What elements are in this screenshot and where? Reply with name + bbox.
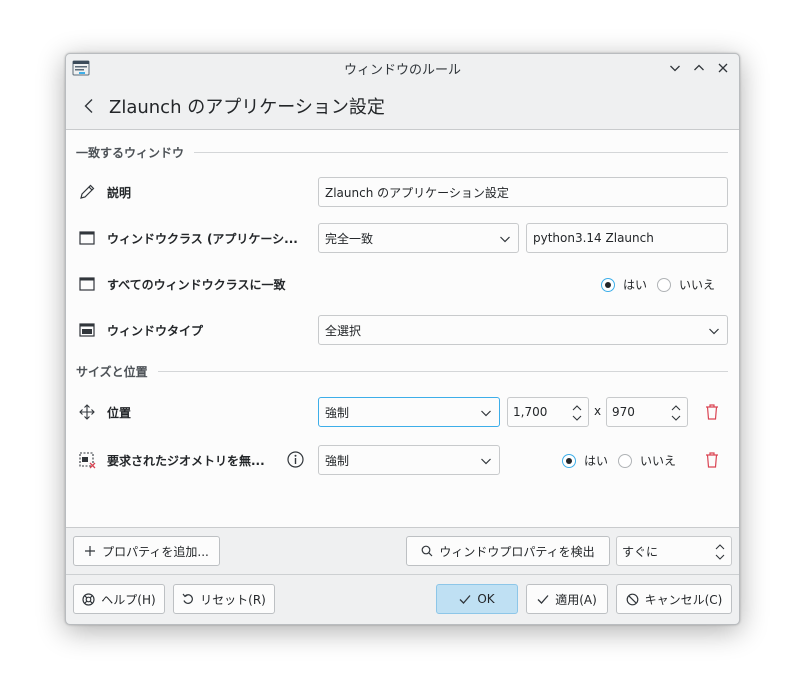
- description-input[interactable]: Zlaunch のアプリケーション設定: [318, 177, 728, 207]
- footer-divider: [66, 574, 739, 575]
- cancel-icon: [626, 593, 639, 605]
- position-separator: x: [594, 404, 602, 418]
- check-icon: [459, 595, 471, 604]
- rule-label: ウィンドウタイプ: [107, 324, 204, 338]
- help-icon: [82, 592, 95, 606]
- app-icon: [72, 60, 90, 76]
- chevron-down-icon: [481, 458, 491, 465]
- divider: [157, 371, 728, 372]
- window-icon: [79, 231, 95, 245]
- page-title: Zlaunch のアプリケーション設定: [109, 97, 385, 118]
- radio-yes-label: はい: [623, 278, 648, 292]
- help-label: ヘルプ(H): [101, 592, 156, 607]
- page-header: Zlaunch のアプリケーション設定: [66, 82, 739, 130]
- add-property-button[interactable]: プロパティを追加...: [73, 536, 220, 566]
- apply-label: 適用(A): [555, 592, 597, 607]
- trash-icon[interactable]: [704, 403, 720, 421]
- cancel-label: キャンセル(C): [644, 592, 723, 607]
- rule-row-window-class: ウィンドウクラス (アプリケーシ... 完全一致 python3.14 Zlau…: [66, 221, 739, 255]
- section-title-size: サイズと位置: [76, 365, 148, 379]
- help-button[interactable]: ヘルプ(H): [73, 584, 165, 614]
- cancel-button[interactable]: キャンセル(C): [616, 584, 732, 614]
- pencil-icon: [80, 184, 95, 199]
- close-button[interactable]: [713, 58, 733, 78]
- reset-icon: [182, 593, 194, 604]
- ignore-geometry-policy-select[interactable]: 強制: [318, 445, 500, 475]
- window-rules-dialog: ウィンドウのルール Zlaunch のアプリケーション設定 一致するウィンドウ: [65, 53, 740, 625]
- rule-row-description: 説明 Zlaunch のアプリケーション設定: [66, 175, 739, 209]
- rule-label: 位置: [107, 406, 132, 420]
- maximize-icon: [694, 64, 704, 71]
- window-icon: [79, 277, 95, 291]
- trash-icon[interactable]: [704, 451, 720, 469]
- section-title-match: 一致するウィンドウ: [76, 146, 185, 160]
- rule-label: 要求されたジオメトリを無...: [107, 454, 265, 468]
- move-icon: [79, 404, 95, 420]
- spin-value: すぐに: [622, 544, 659, 559]
- window-class-input[interactable]: python3.14 Zlaunch: [526, 223, 728, 253]
- add-property-label: プロパティを追加...: [102, 544, 209, 559]
- back-button[interactable]: [69, 86, 109, 126]
- minimize-button[interactable]: [665, 58, 685, 78]
- select-value: 完全一致: [325, 231, 374, 246]
- rules-content: 一致するウィンドウ 説明 Zlaunch のアプリケーション設定 ウィンドウクラ…: [66, 129, 739, 528]
- select-value: 全選択: [325, 323, 362, 338]
- window-type-select[interactable]: 全選択: [318, 315, 728, 345]
- rule-label: ウィンドウクラス (アプリケーシ...: [107, 232, 298, 246]
- detect-properties-button[interactable]: ウィンドウプロパティを検出: [406, 536, 610, 566]
- spin-value: 970: [612, 405, 635, 419]
- check-icon: [537, 595, 549, 604]
- select-value: 強制: [325, 453, 350, 468]
- search-icon: [421, 545, 433, 557]
- radio-yes[interactable]: [562, 453, 576, 468]
- position-y-spinbox[interactable]: 970: [606, 397, 688, 427]
- detect-delay-spinbox[interactable]: すぐに: [616, 536, 732, 566]
- reset-button[interactable]: リセット(R): [173, 584, 275, 614]
- select-value: 強制: [325, 405, 350, 420]
- plus-icon: [85, 546, 96, 556]
- close-icon: [718, 63, 728, 73]
- rule-label: 説明: [107, 186, 132, 200]
- minimize-icon: [670, 65, 680, 72]
- rule-label: すべてのウィンドウクラスに一致: [107, 278, 286, 292]
- rule-row-ignore-geometry: 要求されたジオメトリを無... 強制 はい いいえ: [66, 443, 739, 477]
- rule-row-whole-class: すべてのウィンドウクラスに一致 はい いいえ: [66, 267, 739, 301]
- window-title: ウィンドウのルール: [343, 62, 461, 78]
- section-header-match: 一致するウィンドウ: [76, 144, 728, 161]
- spin-arrows-icon[interactable]: [714, 542, 726, 562]
- ok-label: OK: [477, 592, 495, 606]
- spin-arrows-icon[interactable]: [571, 403, 583, 423]
- radio-no[interactable]: [657, 277, 672, 292]
- section-header-size: サイズと位置: [76, 363, 728, 380]
- radio-yes-label: はい: [584, 454, 609, 468]
- apply-button[interactable]: 適用(A): [526, 584, 608, 614]
- whole-class-radio-group: はい いいえ: [601, 276, 725, 293]
- radio-no[interactable]: [618, 453, 633, 468]
- geometry-icon: [79, 452, 96, 469]
- title-bar[interactable]: ウィンドウのルール: [66, 54, 739, 82]
- radio-yes[interactable]: [601, 277, 615, 292]
- spin-arrows-icon[interactable]: [670, 403, 682, 423]
- rule-row-position: 位置 強制 1,700 x 970: [66, 395, 739, 429]
- chevron-down-icon: [500, 236, 510, 243]
- rule-row-window-type: ウィンドウタイプ 全選択: [66, 313, 739, 347]
- position-policy-select[interactable]: 強制: [318, 397, 500, 427]
- chevron-down-icon: [709, 328, 719, 335]
- radio-no-label: いいえ: [640, 454, 677, 468]
- radio-no-label: いいえ: [679, 278, 716, 292]
- reset-label: リセット(R): [200, 592, 266, 607]
- position-x-spinbox[interactable]: 1,700: [507, 397, 589, 427]
- ok-button[interactable]: OK: [436, 584, 518, 614]
- spin-value: 1,700: [513, 405, 548, 419]
- info-icon[interactable]: [287, 451, 304, 468]
- chevron-down-icon: [481, 410, 491, 417]
- window-class-match-select[interactable]: 完全一致: [318, 223, 519, 253]
- back-icon: [84, 99, 93, 113]
- detect-properties-label: ウィンドウプロパティを検出: [439, 544, 595, 559]
- divider: [194, 152, 728, 153]
- ignore-geometry-radio-group: はい いいえ: [562, 452, 686, 469]
- maximize-button[interactable]: [689, 58, 709, 78]
- window-type-icon: [79, 323, 95, 337]
